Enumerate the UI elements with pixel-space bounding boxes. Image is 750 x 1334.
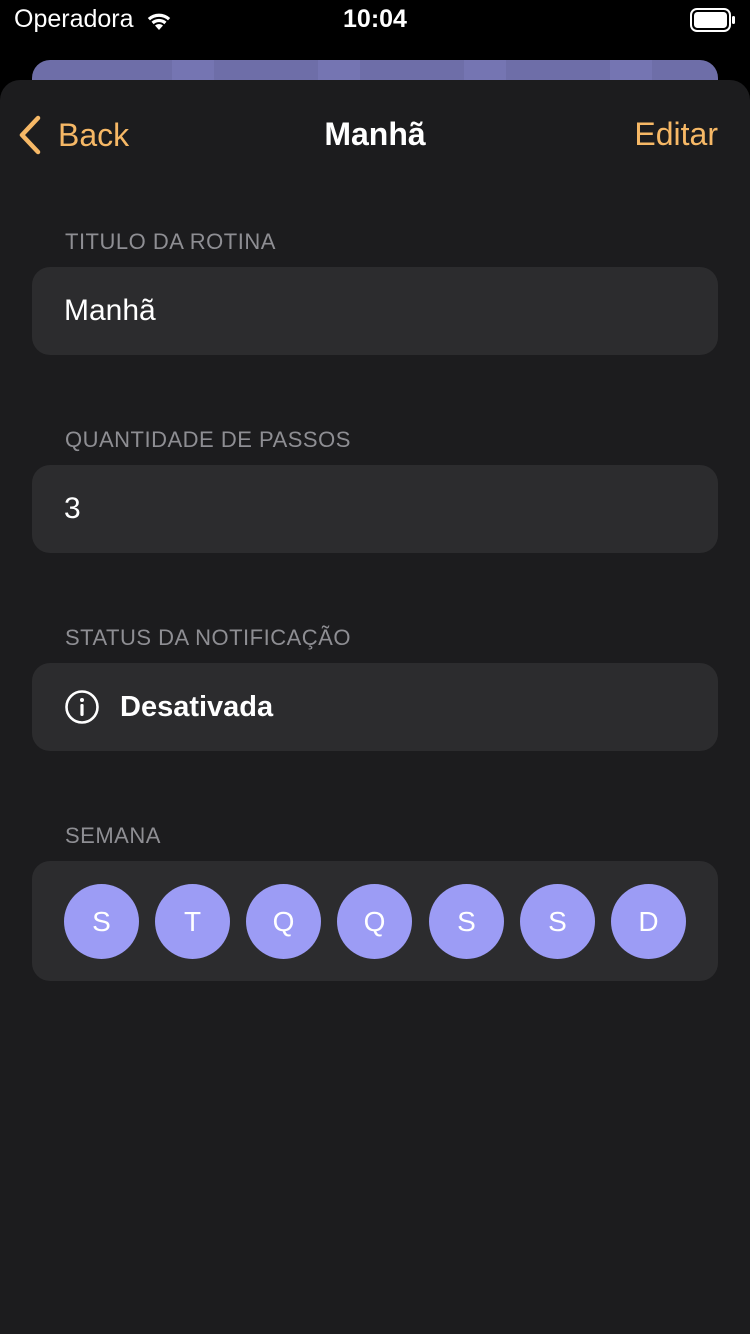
- status-bar: Operadora 10:04: [0, 0, 750, 42]
- info-icon: [64, 689, 100, 725]
- day-toggle-thu[interactable]: Q: [337, 884, 412, 959]
- battery-icon: [690, 8, 736, 32]
- notification-status-value: Desativada: [120, 690, 274, 723]
- notification-status-field: Desativada: [32, 663, 718, 751]
- steps-field: 3: [32, 465, 718, 553]
- steps-value: 3: [64, 492, 81, 525]
- day-toggle-sunday-mon[interactable]: S: [64, 884, 139, 959]
- week-days-row: S T Q Q S S D: [32, 861, 718, 981]
- section-header-steps: QUANTIDADE DE PASSOS: [65, 427, 351, 452]
- section-header-notification: STATUS DA NOTIFICAÇÃO: [65, 625, 351, 650]
- day-toggle-tue[interactable]: T: [155, 884, 230, 959]
- day-toggle-wed[interactable]: Q: [246, 884, 321, 959]
- day-toggle-sun[interactable]: D: [611, 884, 686, 959]
- section-header-week: SEMANA: [65, 823, 161, 848]
- navigation-bar: Back Manhã Editar: [0, 80, 750, 192]
- day-toggle-sat[interactable]: S: [520, 884, 595, 959]
- clock: 10:04: [343, 5, 407, 33]
- section-header-title: TITULO DA ROTINA: [65, 229, 276, 254]
- day-toggle-fri[interactable]: S: [429, 884, 504, 959]
- edit-button[interactable]: Editar: [634, 116, 718, 153]
- detail-sheet: Back Manhã Editar TITULO DA ROTINA Manhã…: [0, 80, 750, 1334]
- title-value: Manhã: [64, 294, 156, 327]
- title-field: Manhã: [32, 267, 718, 355]
